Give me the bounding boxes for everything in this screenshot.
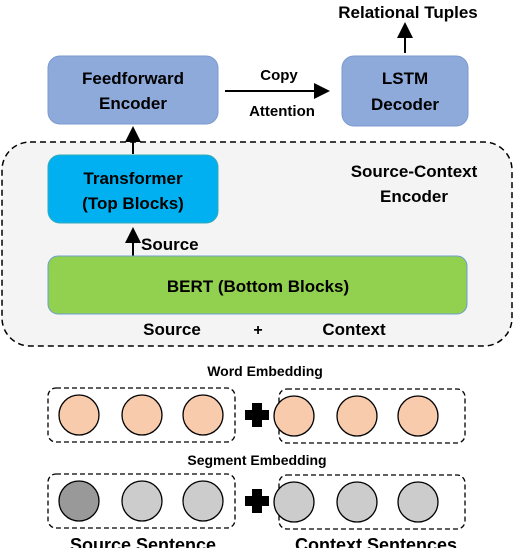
input-context-label: Context [322, 320, 386, 339]
word-embedding-label: Word Embedding [207, 363, 323, 379]
bert-label: BERT (Bottom Blocks) [167, 277, 349, 296]
word-embedding-circle [397, 395, 439, 437]
diagram-svg: Relational Tuples Feedforward Encoder LS… [1, 3, 513, 548]
lstm-decoder-box [341, 55, 469, 127]
input-plus-label: + [253, 322, 262, 339]
plus-icon [245, 403, 269, 427]
segment-embedding-circle [182, 480, 224, 522]
transformer-label-2: (Top Blocks) [82, 194, 184, 213]
input-source-label: Source [143, 320, 201, 339]
group-label-2: Encoder [380, 187, 448, 206]
plus-icon [245, 489, 269, 513]
lstm-label-1: LSTM [382, 69, 428, 88]
segment-embedding-circle [58, 480, 100, 522]
segment-embedding-circle [336, 481, 378, 523]
word-embedding-circle [182, 394, 224, 436]
word-embedding-circle [121, 394, 163, 436]
feedforward-label-2: Encoder [99, 94, 167, 113]
source-arrow-label: Source [141, 235, 199, 254]
group-label-1: Source-Context [351, 162, 478, 181]
attention-label: Attention [249, 103, 315, 120]
segment-embedding-label: Segment Embedding [187, 452, 326, 468]
source-sentence-label: Source Sentence [70, 535, 216, 548]
feedforward-encoder-box [47, 55, 219, 125]
output-label: Relational Tuples [338, 3, 478, 22]
transformer-label-1: Transformer [83, 169, 183, 188]
segment-embedding-circle [121, 480, 163, 522]
diagram: Relational Tuples Feedforward Encoder LS… [0, 0, 514, 548]
segment-embedding-circle [397, 481, 439, 523]
feedforward-label-1: Feedforward [82, 69, 184, 88]
copy-label: Copy [260, 67, 298, 84]
word-embedding-circle [58, 394, 100, 436]
word-embedding-circle [336, 395, 378, 437]
word-embedding-circle [273, 395, 315, 437]
segment-embedding-circle [273, 481, 315, 523]
lstm-label-2: Decoder [371, 95, 439, 114]
context-sentences-label: Context Sentences [295, 535, 457, 548]
